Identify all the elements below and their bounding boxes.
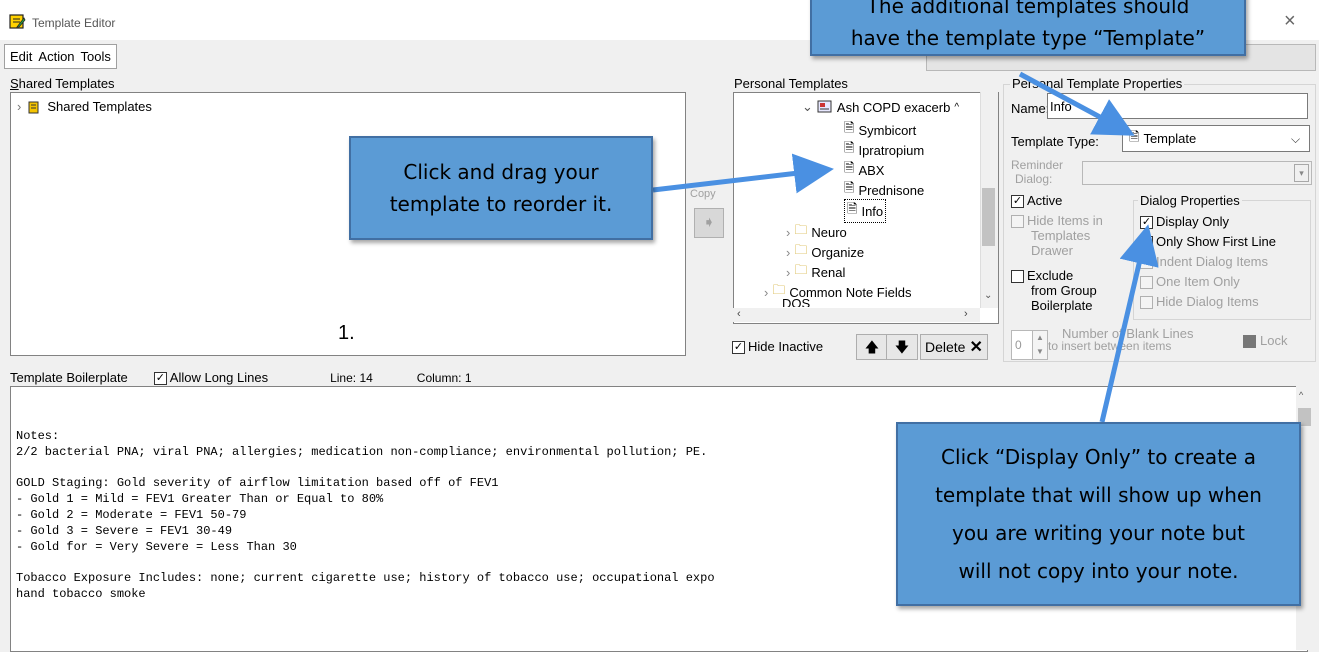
arrow-to-template-type (1018, 71, 1135, 136)
arrow-to-tree (652, 153, 834, 194)
callout-display-only: Click “Display Only” to create a template… (896, 422, 1301, 606)
callout-template-type: The additional templates should have the … (810, 0, 1246, 56)
arrow-to-display-only (1099, 224, 1159, 423)
callout-reorder: Click and drag your template to reorder i… (349, 136, 653, 240)
